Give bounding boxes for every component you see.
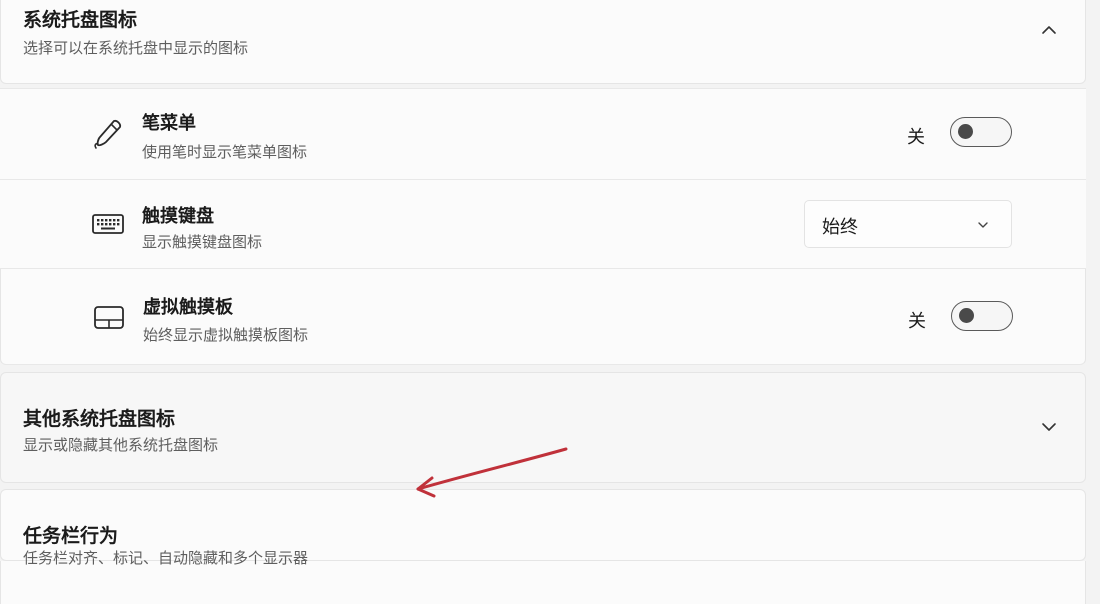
virtual-touchpad-toggle[interactable] — [951, 301, 1013, 331]
pen-menu-subtitle: 使用笔时显示笔菜单图标 — [142, 143, 308, 161]
virtual-touchpad-title: 虚拟触摸板 — [143, 297, 233, 318]
toggle-knob — [959, 308, 974, 323]
touchpad-icon — [91, 300, 127, 336]
touch-keyboard-title: 触摸键盘 — [142, 206, 214, 227]
pen-menu-toggle-state: 关 — [907, 127, 925, 148]
keyboard-icon — [90, 206, 126, 242]
pen-menu-row: 笔菜单 使用笔时显示笔菜单图标 关 — [0, 88, 1086, 180]
other-tray-icons-subtitle: 显示或隐藏其他系统托盘图标 — [23, 436, 219, 454]
other-tray-icons-section[interactable]: 其他系统托盘图标 显示或隐藏其他系统托盘图标 — [0, 372, 1086, 483]
chevron-down-icon[interactable] — [1037, 415, 1061, 439]
dropdown-selected-value: 始终 — [822, 217, 858, 238]
virtual-touchpad-row: 虚拟触摸板 始终显示虚拟触摸板图标 关 — [0, 269, 1086, 365]
chevron-up-icon[interactable] — [1037, 18, 1061, 42]
virtual-touchpad-toggle-state: 关 — [908, 311, 926, 332]
pen-menu-title: 笔菜单 — [142, 113, 196, 134]
tray-icons-title: 系统托盘图标 — [23, 9, 138, 31]
pen-icon — [90, 115, 126, 151]
other-tray-icons-title: 其他系统托盘图标 — [23, 408, 176, 430]
toggle-knob — [958, 124, 973, 139]
taskbar-behaviors-title: 任务栏行为 — [23, 525, 119, 547]
tray-icons-section-header[interactable]: 系统托盘图标 选择可以在系统托盘中显示的图标 — [0, 0, 1086, 84]
virtual-touchpad-subtitle: 始终显示虚拟触摸板图标 — [143, 326, 309, 344]
touch-keyboard-dropdown[interactable]: 始终 — [804, 200, 1012, 248]
tray-icons-subtitle: 选择可以在系统托盘中显示的图标 — [23, 39, 249, 57]
taskbar-behaviors-subtitle: 任务栏对齐、标记、自动隐藏和多个显示器 — [23, 549, 309, 567]
pen-menu-toggle[interactable] — [950, 117, 1012, 147]
taskbar-behaviors-section-continued: 任务栏对齐、标记、自动隐藏和多个显示器 — [0, 549, 1086, 604]
chevron-down-icon — [973, 215, 993, 235]
touch-keyboard-subtitle: 显示触摸键盘图标 — [142, 233, 263, 251]
